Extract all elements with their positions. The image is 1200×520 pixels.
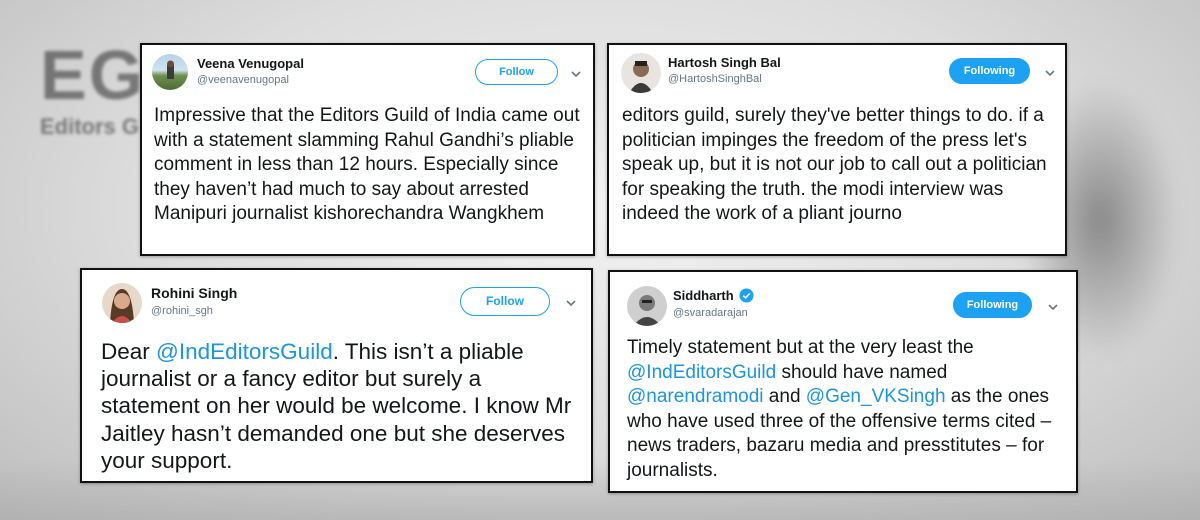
mention-link[interactable]: @narendramodi [627,386,764,407]
avatar-person-icon [167,60,174,79]
text-segment: and [763,386,806,408]
mention-link[interactable]: @IndEditorsGuild [627,362,776,383]
follow-button[interactable]: Follow [460,287,550,316]
avatar-person-icon [629,61,653,93]
chevron-down-icon[interactable] [1046,300,1060,314]
avatar-person-icon [633,295,661,326]
chevron-down-icon[interactable] [1043,66,1057,80]
author-name[interactable]: Siddharth [673,288,754,303]
author-name-text: Siddharth [673,288,734,303]
tweet-text: Dear @IndEditorsGuild. This isn’t a plia… [101,338,581,474]
text-segment: Timely statement but at the very least t… [627,337,974,358]
tweet-card-siddharth: Siddharth @svaradarajan Following Timely… [608,270,1078,493]
author-handle[interactable]: @veenavenugopal [197,74,289,86]
tweet-text: editors guild, surely they've better thi… [622,105,1047,224]
mention-link[interactable]: @IndEditorsGuild [156,339,333,364]
author-name[interactable]: Veena Venugopal [197,56,304,71]
following-button[interactable]: Following [953,292,1032,318]
tweet-card-veena-venugopal: Veena Venugopal @veenavenugopal Follow I… [140,43,595,256]
avatar[interactable] [152,54,188,90]
tweet-card-rohini-singh: Rohini Singh @rohini_sgh Follow Dear @In… [80,268,593,483]
author-handle[interactable]: @HartoshSinghBal [668,73,762,85]
verified-badge-icon [739,288,754,303]
follow-button[interactable]: Follow [475,59,558,85]
text-segment: should have named [776,361,948,383]
author-name[interactable]: Rohini Singh [151,285,237,301]
avatar[interactable] [102,283,142,323]
mention-link[interactable]: @Gen_VKSingh [806,386,946,407]
tweet-text: Timely statement but at the very least t… [627,336,1072,484]
tweet-card-hartosh-singh-bal: Hartosh Singh Bal @HartoshSinghBal Follo… [607,43,1067,256]
avatar[interactable] [627,286,667,326]
text-segment: Dear [101,339,157,364]
following-button[interactable]: Following [949,58,1030,84]
avatar-person-icon [110,289,134,323]
chevron-down-icon[interactable] [569,67,583,81]
chevron-down-icon[interactable] [564,296,578,310]
author-handle[interactable]: @rohini_sgh [151,305,213,317]
avatar[interactable] [621,53,661,93]
author-name[interactable]: Hartosh Singh Bal [668,55,781,70]
author-handle[interactable]: @svaradarajan [673,307,748,319]
tweet-text: Impressive that the Editors Guild of Ind… [154,105,580,224]
